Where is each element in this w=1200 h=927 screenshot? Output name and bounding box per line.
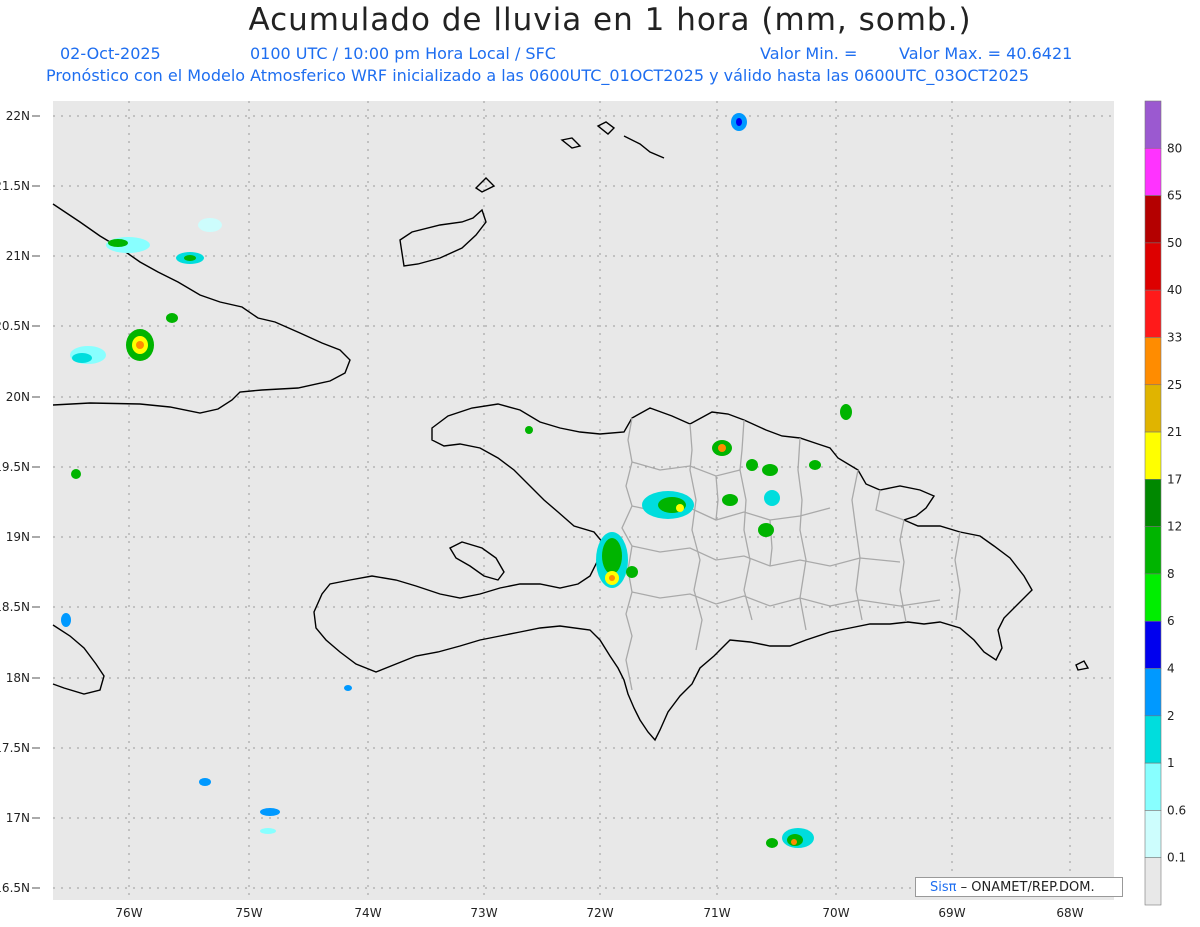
legend-swatch bbox=[1144, 810, 1162, 859]
lat-label: 21N bbox=[6, 249, 30, 263]
legend-label: 2 bbox=[1167, 709, 1175, 723]
legend-label: 40 bbox=[1167, 283, 1182, 297]
legend-swatch bbox=[1144, 100, 1162, 149]
lat-label: 20N bbox=[6, 390, 30, 404]
legend-label: 8 bbox=[1167, 567, 1175, 581]
legend-label: 0.6 bbox=[1167, 803, 1186, 817]
legend-label: 80 bbox=[1167, 141, 1182, 155]
color-legend: 806550403325211712864210.60.1 bbox=[1144, 100, 1186, 906]
rain-cell-cuba-coast bbox=[70, 346, 106, 364]
legend-swatch bbox=[1144, 242, 1162, 291]
rainfall-map: 22N 21.5N 21N 20.5N 20N 19.5N 19N 18.5N … bbox=[0, 100, 1186, 920]
legend-swatch bbox=[1144, 384, 1162, 433]
legend-label: 12 bbox=[1167, 520, 1182, 534]
legend-swatch bbox=[1144, 715, 1162, 764]
lon-labels: 76W 75W 74W 73W 72W 71W 70W 69W 68W bbox=[115, 906, 1083, 920]
lon-label: 75W bbox=[235, 906, 262, 920]
lat-label: 18.5N bbox=[0, 600, 30, 614]
legend-swatch bbox=[1144, 479, 1162, 527]
lat-label: 19.5N bbox=[0, 460, 30, 474]
lat-label: 22N bbox=[6, 109, 30, 123]
lat-labels: 22N 21.5N 21N 20.5N 20N 19.5N 19N 18.5N … bbox=[0, 109, 30, 895]
org-label: – ONAMET/REP.DOM. bbox=[960, 880, 1095, 895]
legend-label: 65 bbox=[1167, 189, 1182, 203]
legend-label: 21 bbox=[1167, 425, 1182, 439]
lon-label: 73W bbox=[470, 906, 497, 920]
lat-label: 17N bbox=[6, 811, 30, 825]
legend-swatch bbox=[1144, 289, 1162, 338]
lon-label: 68W bbox=[1056, 906, 1083, 920]
credits-box: Sisπ – ONAMET/REP.DOM. bbox=[915, 877, 1123, 897]
lat-label: 17.5N bbox=[0, 741, 30, 755]
brand-label: Sisπ bbox=[930, 880, 957, 895]
lon-label: 71W bbox=[703, 906, 730, 920]
legend-swatch bbox=[1144, 620, 1162, 669]
legend-swatch bbox=[1144, 857, 1162, 906]
legend-swatch bbox=[1144, 147, 1162, 196]
legend-label: 17 bbox=[1167, 472, 1182, 486]
lon-label: 70W bbox=[822, 906, 849, 920]
lon-label: 69W bbox=[938, 906, 965, 920]
lat-label: 16.5N bbox=[0, 881, 30, 895]
legend-swatch bbox=[1144, 526, 1162, 575]
legend-swatch bbox=[1144, 668, 1162, 717]
lat-label: 19N bbox=[6, 530, 30, 544]
legend-label: 25 bbox=[1167, 378, 1182, 392]
legend-swatch bbox=[1144, 337, 1162, 386]
legend-label: 33 bbox=[1167, 330, 1182, 344]
legend-label: 6 bbox=[1167, 614, 1175, 628]
lat-label: 21.5N bbox=[0, 179, 30, 193]
legend-swatch bbox=[1144, 431, 1162, 480]
legend-swatch bbox=[1144, 762, 1162, 811]
legend-label: 4 bbox=[1167, 662, 1175, 676]
legend-label: 50 bbox=[1167, 236, 1182, 250]
lat-label: 18N bbox=[6, 671, 30, 685]
legend-swatch bbox=[1144, 195, 1162, 244]
lon-label: 72W bbox=[586, 906, 613, 920]
legend-label: 0.1 bbox=[1167, 851, 1186, 865]
lat-label: 20.5N bbox=[0, 319, 30, 333]
rain-cell-cuba-west bbox=[126, 329, 154, 361]
lat-ticks bbox=[32, 115, 40, 889]
legend-swatch bbox=[1144, 573, 1162, 622]
lon-label: 74W bbox=[354, 906, 381, 920]
lon-label: 76W bbox=[115, 906, 142, 920]
legend-label: 1 bbox=[1167, 756, 1175, 770]
